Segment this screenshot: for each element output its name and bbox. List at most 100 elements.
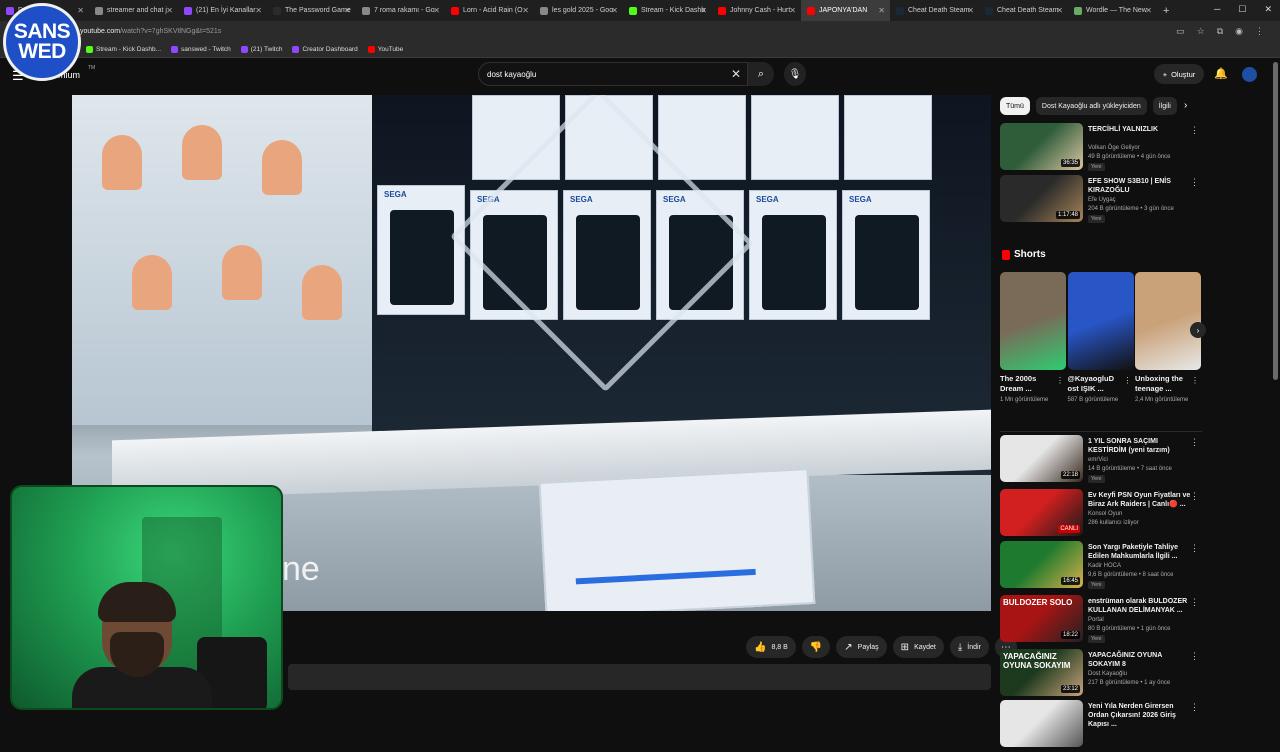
short-thumbnail[interactable]: [1067, 272, 1134, 370]
channel-name[interactable]: Kadir HOCA: [1088, 563, 1121, 569]
video-thumbnail[interactable]: 36:35: [1000, 123, 1083, 170]
save-button[interactable]: ⊞ Kaydet: [892, 636, 944, 658]
filter-chip[interactable]: İlgili: [1152, 97, 1177, 115]
profile-icon[interactable]: ◉: [1235, 26, 1243, 37]
browser-tab[interactable]: (21) En İyi Kanallar ✕: [178, 0, 267, 21]
cast-icon[interactable]: ▭: [1176, 26, 1185, 37]
short-item[interactable]: @KayaogluD ost IŞIK ... 587 B görüntüleme…: [1067, 272, 1134, 404]
related-video-item[interactable]: 36:35 TERCİHLİ YALNIZLIK Volkan Öge Geliyo…: [1000, 123, 1205, 175]
browser-tab[interactable]: Lorn - Acid Rain (O ✕: [445, 0, 534, 21]
browser-tab[interactable]: Johnny Cash - Hurt ✕: [712, 0, 801, 21]
video-title[interactable]: Son Yargı Paketiyle Tahliye Edilen Mahku…: [1088, 543, 1193, 561]
bookmark-item[interactable]: YouTube: [367, 46, 403, 53]
channel-name[interactable]: Volkan Öge Geliyor: [1088, 145, 1140, 151]
close-tab-icon[interactable]: ✕: [255, 6, 262, 15]
video-title[interactable]: TERCİHLİ YALNIZLIK: [1088, 125, 1193, 134]
extensions-icon[interactable]: ⧉: [1217, 26, 1223, 37]
like-button[interactable]: 👍 8,8 B: [746, 636, 796, 658]
search-box[interactable]: dost kayaoğlu ✕: [478, 62, 748, 86]
browser-tab[interactable]: les gold 2025 - Goo ✕: [534, 0, 623, 21]
close-tab-icon[interactable]: ✕: [344, 6, 351, 15]
browser-tab[interactable]: Stream - Kick Dashb ✕: [623, 0, 712, 21]
related-video-item[interactable]: 16:45 Son Yargı Paketiyle Tahliye Edilen …: [1000, 541, 1205, 593]
url-field[interactable]: youtube.com/watch?v=7ghSKVtlNGg&t=521s: [80, 28, 221, 35]
short-thumbnail[interactable]: [1135, 272, 1201, 370]
close-tab-icon[interactable]: ✕: [878, 6, 885, 15]
video-options-icon[interactable]: ⋮: [1190, 177, 1199, 188]
chips-next-icon[interactable]: ›: [1184, 100, 1187, 111]
close-window-button[interactable]: ✕: [1264, 4, 1272, 15]
channel-name[interactable]: Konsol Oyun: [1088, 511, 1122, 517]
close-tab-icon[interactable]: ✕: [522, 6, 529, 15]
clear-search-icon[interactable]: ✕: [731, 67, 741, 81]
voice-search-icon[interactable]: 🎙: [784, 62, 806, 86]
browser-menu-icon[interactable]: ⋮: [1255, 26, 1264, 37]
browser-tab[interactable]: Cheat Death Steam ✕: [979, 0, 1068, 21]
short-item[interactable]: Unboxing the teenage ... 2,4 Mn görüntüle…: [1135, 272, 1201, 404]
channel-name[interactable]: Dost Kayaoğlu: [1088, 671, 1127, 677]
minimize-button[interactable]: ─: [1214, 4, 1220, 15]
account-avatar[interactable]: [1242, 67, 1257, 82]
browser-tab[interactable]: Wordle — The New ✕: [1068, 0, 1157, 21]
dislike-button[interactable]: 👎: [801, 636, 831, 658]
close-tab-icon[interactable]: ✕: [77, 6, 84, 15]
video-options-icon[interactable]: ⋮: [1190, 702, 1199, 713]
notifications-bell-icon[interactable]: 🔔: [1214, 67, 1228, 80]
share-button[interactable]: ↗ Paylaş: [836, 636, 887, 658]
video-title[interactable]: Ev Keyfi PSN Oyun Fiyatları ve Biraz Ark…: [1088, 491, 1193, 509]
channel-name[interactable]: Efe Uygaç: [1088, 197, 1116, 203]
close-tab-icon[interactable]: ✕: [789, 6, 796, 15]
video-title[interactable]: 1 YIL SONRA SAÇIMI KESTİRDİM (yeni tarzı…: [1088, 437, 1193, 455]
short-options-icon[interactable]: ⋮: [1124, 376, 1132, 385]
search-button[interactable]: ⌕: [748, 62, 774, 86]
related-video-item[interactable]: CANLI Ev Keyfi PSN Oyun Fiyatları ve Bira…: [1000, 489, 1205, 541]
page-scrollbar[interactable]: [1273, 62, 1278, 380]
filter-chip[interactable]: Dost Kayaoğlu adlı yükleyiciden: [1035, 97, 1147, 115]
video-description-box[interactable]: [288, 664, 991, 690]
video-options-icon[interactable]: ⋮: [1190, 491, 1199, 502]
browser-tab[interactable]: The Password Game ✕: [267, 0, 356, 21]
browser-tab[interactable]: 7 roma rakamı - Go ✕: [356, 0, 445, 21]
maximize-button[interactable]: ☐: [1238, 4, 1246, 15]
related-video-item[interactable]: BULDOZER SOLO 18:22 enstrüman olarak BULDO…: [1000, 595, 1205, 647]
browser-tab[interactable]: streamer and chat j ✕: [89, 0, 178, 21]
video-options-icon[interactable]: ⋮: [1190, 543, 1199, 554]
bookmark-item[interactable]: Stream - Kick Dashb...: [86, 46, 161, 53]
shorts-next-icon[interactable]: ›: [1190, 322, 1206, 338]
filter-chip[interactable]: Tümü: [1000, 97, 1030, 115]
video-options-icon[interactable]: ⋮: [1190, 437, 1199, 448]
video-thumbnail[interactable]: 16:45: [1000, 541, 1083, 588]
video-options-icon[interactable]: ⋮: [1190, 125, 1199, 136]
video-thumbnail[interactable]: 22:18: [1000, 435, 1083, 482]
related-video-item[interactable]: Yeni Yıla Nerden Girersen Ordan Çıkarsın…: [1000, 700, 1205, 752]
short-options-icon[interactable]: ⋮: [1056, 376, 1064, 385]
address-bar[interactable]: youtube.com/watch?v=7ghSKVtlNGg&t=521s ▭…: [0, 21, 1280, 42]
channel-name[interactable]: emrVici: [1088, 457, 1108, 463]
close-tab-icon[interactable]: ✕: [433, 6, 440, 15]
close-tab-icon[interactable]: ✕: [166, 6, 173, 15]
video-title[interactable]: EFE SHOW S3B10 | ENİS KIRAZOĞLU: [1088, 177, 1193, 195]
video-title[interactable]: Yeni Yıla Nerden Girersen Ordan Çıkarsın…: [1088, 702, 1193, 729]
bookmark-item[interactable]: Creator Dashboard: [292, 46, 358, 53]
create-button[interactable]: + Oluştur: [1154, 64, 1204, 84]
browser-tab[interactable]: Cheat Death Steam ✕: [890, 0, 979, 21]
video-thumbnail[interactable]: BULDOZER SOLO 18:22: [1000, 595, 1083, 642]
video-thumbnail[interactable]: YAPACAĞINIZ OYUNA SOKAYIM 23:12: [1000, 649, 1083, 696]
short-options-icon[interactable]: ⋮: [1191, 376, 1199, 385]
video-title[interactable]: YAPACAĞINIZ OYUNA SOKAYIM 8: [1088, 651, 1193, 669]
new-tab-button[interactable]: +: [1163, 5, 1169, 17]
related-video-item[interactable]: 22:18 1 YIL SONRA SAÇIMI KESTİRDİM (yeni …: [1000, 435, 1205, 487]
close-tab-icon[interactable]: ✕: [700, 6, 707, 15]
video-title[interactable]: enstrüman olarak BULDOZER KULLANAN DELİM…: [1088, 597, 1193, 615]
video-options-icon[interactable]: ⋮: [1190, 651, 1199, 662]
short-thumbnail[interactable]: [1000, 272, 1066, 370]
bookmark-item[interactable]: (21) Twitch: [240, 46, 282, 53]
search-input[interactable]: dost kayaoğlu: [487, 70, 536, 79]
bookmark-star-icon[interactable]: ☆: [1197, 26, 1205, 37]
video-thumbnail[interactable]: [1000, 700, 1083, 747]
close-tab-icon[interactable]: ✕: [611, 6, 618, 15]
close-tab-icon[interactable]: ✕: [967, 6, 974, 15]
related-video-item[interactable]: YAPACAĞINIZ OYUNA SOKAYIM 23:12 YAPACAĞINI…: [1000, 649, 1205, 701]
bookmark-item[interactable]: sanswed - Twitch: [171, 46, 231, 53]
short-item[interactable]: The 2000s Dream ... 1 Mn görüntüleme ⋮: [1000, 272, 1066, 404]
